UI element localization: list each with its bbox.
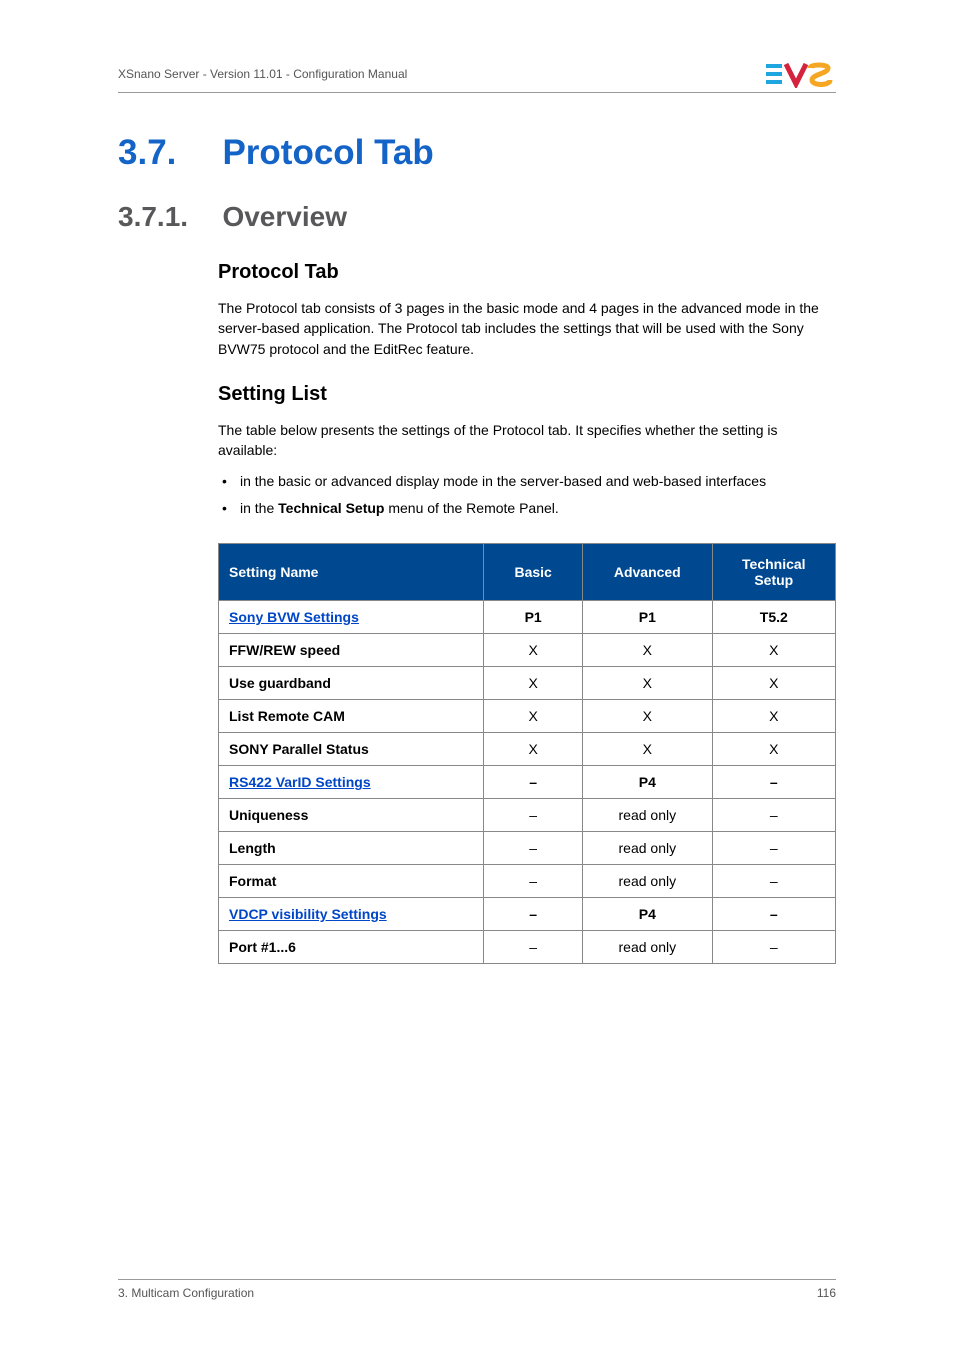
cell-name: List Remote CAM (219, 700, 484, 733)
cell-tech: – (712, 865, 835, 898)
col-header-name: Setting Name (219, 544, 484, 601)
cell-name: Sony BVW Settings (219, 601, 484, 634)
evs-logo-icon (766, 60, 836, 88)
cell-advanced: X (583, 667, 713, 700)
cell-advanced: read only (583, 799, 713, 832)
table-row: List Remote CAMXXX (219, 700, 836, 733)
bullet-text: menu of the Remote Panel. (384, 500, 558, 516)
bullet-bold: Technical Setup (278, 500, 384, 516)
bullet-item: in the Technical Setup menu of the Remot… (218, 497, 836, 519)
cell-tech: – (712, 898, 835, 931)
section-title: Protocol Tab (222, 133, 433, 173)
bullet-text: in the (240, 500, 278, 516)
cell-basic: – (484, 931, 583, 964)
section-number: 3.7. (118, 133, 218, 173)
table-row: SONY Parallel StatusXXX (219, 733, 836, 766)
cell-basic: P1 (484, 601, 583, 634)
table-row: FFW/REW speedXXX (219, 634, 836, 667)
cell-basic: X (484, 634, 583, 667)
block1-text: The Protocol tab consists of 3 pages in … (218, 298, 836, 359)
cell-name: Use guardband (219, 667, 484, 700)
cell-advanced: X (583, 634, 713, 667)
cell-advanced: X (583, 733, 713, 766)
cell-basic: X (484, 667, 583, 700)
cell-name: Uniqueness (219, 799, 484, 832)
cell-advanced: read only (583, 931, 713, 964)
section-heading: 3.7. Protocol Tab (118, 133, 836, 173)
table-row: Use guardbandXXX (219, 667, 836, 700)
cell-advanced: read only (583, 865, 713, 898)
block2-heading: Setting List (218, 383, 836, 406)
cell-name: Port #1...6 (219, 931, 484, 964)
table-row: Sony BVW SettingsP1P1T5.2 (219, 601, 836, 634)
cell-advanced: read only (583, 832, 713, 865)
table-row: VDCP visibility Settings –P4– (219, 898, 836, 931)
footer-left: 3. Multicam Configuration (118, 1286, 254, 1300)
cell-basic: – (484, 865, 583, 898)
col-header-basic: Basic (484, 544, 583, 601)
cell-basic: – (484, 832, 583, 865)
cell-basic: X (484, 700, 583, 733)
cell-name: RS422 VarID Settings (219, 766, 484, 799)
table-row: Port #1...6–read only– (219, 931, 836, 964)
block2-intro: The table below presents the settings of… (218, 420, 836, 461)
cell-tech: – (712, 766, 835, 799)
table-row: Uniqueness–read only– (219, 799, 836, 832)
cell-name: VDCP visibility Settings (219, 898, 484, 931)
subsection-number: 3.7.1. (118, 201, 218, 233)
page-header: XSnano Server - Version 11.01 - Configur… (118, 60, 836, 93)
block1-heading: Protocol Tab (218, 261, 836, 284)
cell-advanced: P4 (583, 898, 713, 931)
cell-basic: – (484, 766, 583, 799)
cell-advanced: X (583, 700, 713, 733)
settings-table: Setting Name Basic Advanced TechnicalSet… (218, 543, 836, 964)
bullet-list: in the basic or advanced display mode in… (218, 470, 836, 519)
cell-name: SONY Parallel Status (219, 733, 484, 766)
cell-tech: – (712, 832, 835, 865)
col-header-advanced: Advanced (583, 544, 713, 601)
bullet-item: in the basic or advanced display mode in… (218, 470, 836, 492)
cell-advanced: P4 (583, 766, 713, 799)
cell-basic: – (484, 898, 583, 931)
cell-basic: X (484, 733, 583, 766)
page-footer: 3. Multicam Configuration 116 (118, 1279, 836, 1300)
setting-link[interactable]: VDCP visibility Settings (229, 906, 387, 922)
cell-tech: – (712, 799, 835, 832)
cell-advanced: P1 (583, 601, 713, 634)
cell-tech: X (712, 733, 835, 766)
table-row: Format–read only– (219, 865, 836, 898)
cell-name: Length (219, 832, 484, 865)
table-header-row: Setting Name Basic Advanced TechnicalSet… (219, 544, 836, 601)
subsection-heading: 3.7.1. Overview (118, 201, 836, 233)
cell-name: Format (219, 865, 484, 898)
setting-link[interactable]: RS422 VarID Settings (229, 774, 371, 790)
cell-tech: X (712, 634, 835, 667)
footer-right: 116 (817, 1286, 836, 1300)
cell-basic: – (484, 799, 583, 832)
col-header-tech: TechnicalSetup (712, 544, 835, 601)
cell-tech: T5.2 (712, 601, 835, 634)
setting-link[interactable]: Sony BVW Settings (229, 609, 359, 625)
cell-tech: X (712, 667, 835, 700)
bullet-text: in the basic or advanced display mode in… (240, 473, 766, 489)
header-text: XSnano Server - Version 11.01 - Configur… (118, 67, 407, 81)
subsection-title: Overview (222, 201, 347, 233)
cell-name: FFW/REW speed (219, 634, 484, 667)
table-row: Length–read only– (219, 832, 836, 865)
table-row: RS422 VarID Settings –P4– (219, 766, 836, 799)
cell-tech: X (712, 700, 835, 733)
cell-tech: – (712, 931, 835, 964)
